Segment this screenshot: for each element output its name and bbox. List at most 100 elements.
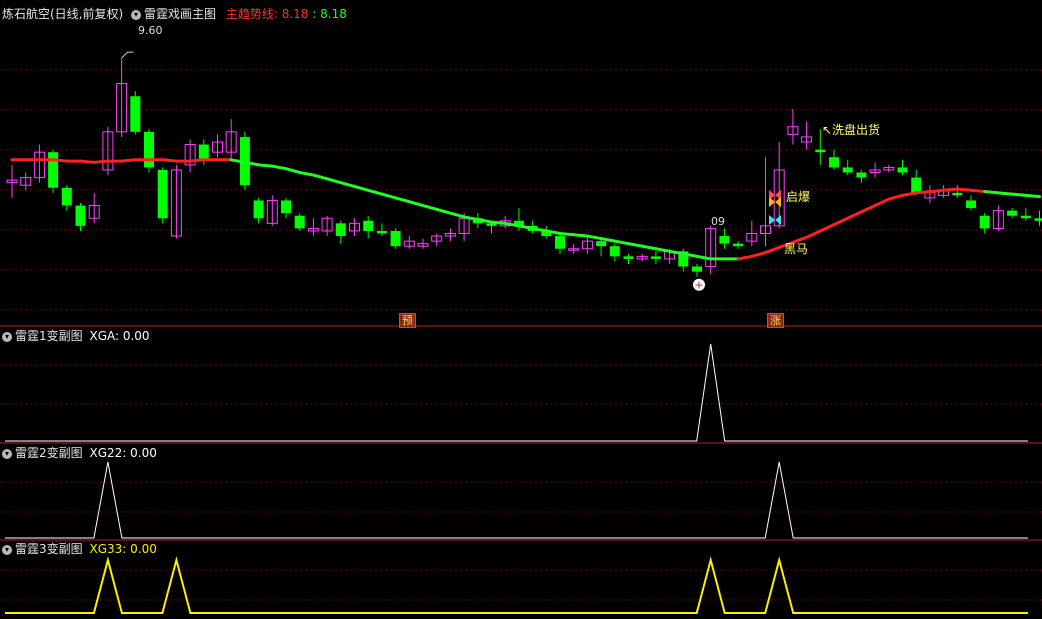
candle-body xyxy=(650,256,661,259)
sub-panel-1-header: ▾ 雷霆1变副图 XGA: 0.00 xyxy=(2,329,150,343)
candle-body xyxy=(253,200,264,219)
candle-body xyxy=(157,169,168,219)
sub-panel-3-title[interactable]: 雷霆3变副图 xyxy=(15,542,83,556)
candle-body xyxy=(1020,215,1031,219)
trend-line-segment xyxy=(298,171,315,177)
sub-panel-2-title[interactable]: 雷霆2变副图 xyxy=(15,446,83,460)
candle-body xyxy=(294,215,305,229)
candle-body xyxy=(61,187,72,206)
sub-panel-2-series: XG22: 0.00 xyxy=(89,446,157,460)
trend-line-segment xyxy=(380,192,398,200)
main-header: 炼石航空(日线,前复权) ▾ 雷霆戏画主图 主趋势线: 8.18 : 8.18 xyxy=(2,7,347,21)
candle-body xyxy=(733,243,744,247)
candle-body xyxy=(815,149,826,153)
trend-line-segment xyxy=(1010,192,1028,197)
trend-line-segment xyxy=(750,251,767,258)
low-marker-plus: + xyxy=(694,279,703,292)
trend-line-segment xyxy=(462,215,480,222)
candle-body xyxy=(75,205,86,226)
trend-line-segment xyxy=(79,159,96,164)
trend-line-segment xyxy=(407,200,425,208)
trend-line-segment xyxy=(627,242,644,248)
trend-line-segment xyxy=(654,247,672,253)
sub-panel-2-header: ▾ 雷霆2变副图 XG22: 0.00 xyxy=(2,446,157,460)
chevron-down-icon[interactable]: ▾ xyxy=(2,448,12,459)
butterfly-icon xyxy=(769,215,781,225)
candle-body xyxy=(609,246,620,257)
candle-body xyxy=(897,167,908,173)
wash-out-label: ↖洗盘出货 xyxy=(822,123,881,137)
sub-panel-2-line xyxy=(5,461,1028,539)
trend-line-segment xyxy=(585,234,603,241)
trend-line-segment xyxy=(421,204,439,211)
trend-line-segment xyxy=(846,210,863,220)
chevron-down-icon[interactable]: ▾ xyxy=(2,331,12,342)
candle-body xyxy=(856,172,867,178)
pre-marker: 预 xyxy=(399,313,416,328)
trend-line-segment xyxy=(736,254,754,261)
trend-label: 主趋势线: 8.18 xyxy=(225,7,309,21)
candle-body xyxy=(979,215,990,229)
trend-line-segment xyxy=(859,204,877,214)
trend-line-segment xyxy=(914,190,932,195)
trend-line-segment xyxy=(161,158,178,163)
trend-line-segment xyxy=(969,188,987,194)
sub-panel-3-line xyxy=(5,556,1028,614)
trend-line-segment xyxy=(640,244,658,251)
trend-line-segment xyxy=(832,216,850,227)
butterfly-icon xyxy=(769,197,781,207)
trend-line-segment xyxy=(366,188,384,196)
candle-body xyxy=(692,266,702,272)
chart-canvas: + xyxy=(0,51,1042,614)
trend-line-segment xyxy=(284,167,302,174)
candle-body xyxy=(130,96,141,132)
candle-body xyxy=(842,167,853,173)
stock-name: 炼石航空(日线,前复权) xyxy=(2,7,124,21)
trend-line-segment xyxy=(695,254,713,261)
sub-panel-3-header: ▾ 雷霆3变副图 XG33: 0.00 xyxy=(2,542,157,556)
sub-panel-1-series: XGA: 0.00 xyxy=(89,329,150,343)
trend-line-segment xyxy=(558,232,576,237)
trend-line-segment xyxy=(613,239,630,246)
candle-body xyxy=(966,200,976,209)
candle-body xyxy=(911,177,922,193)
trend-line-segment xyxy=(805,229,822,239)
candle-body xyxy=(281,200,291,214)
trend-line-segment xyxy=(448,211,466,219)
low-price-label: 09 xyxy=(711,215,725,228)
candle-body xyxy=(144,131,154,168)
trend-line-segment xyxy=(188,158,206,163)
trend-line-segment xyxy=(955,187,973,192)
trend-line-segment xyxy=(983,190,1000,195)
candle-body xyxy=(363,220,374,231)
sub-panel-3-series: XG33: 0.00 xyxy=(89,542,157,556)
trend-line-segment xyxy=(572,233,589,238)
trend-line-segment xyxy=(873,197,891,208)
trend-line-segment xyxy=(942,187,959,192)
trend-value: : 8.18 xyxy=(312,7,347,21)
high-pointer xyxy=(121,51,134,59)
trend-line-segment xyxy=(92,159,110,164)
chevron-down-icon[interactable]: ▾ xyxy=(2,544,12,555)
candle-body xyxy=(719,236,730,244)
trend-line-segment xyxy=(599,237,617,243)
explode-label: 启爆 xyxy=(786,190,811,204)
chevron-down-icon[interactable]: ▾ xyxy=(131,9,142,20)
sub-panel-1-line xyxy=(5,343,1028,442)
candle-body xyxy=(596,241,607,247)
trend-line-segment xyxy=(490,220,507,225)
trend-line-segment xyxy=(996,191,1014,196)
trend-line-segment xyxy=(311,173,329,181)
high-price-label: 9.60 xyxy=(138,24,163,37)
trend-line-segment xyxy=(901,191,918,197)
candle-body xyxy=(198,144,209,160)
trend-line-segment xyxy=(928,188,946,194)
indicator-name[interactable]: 雷霆戏画主图 xyxy=(144,7,216,21)
trend-line-segment xyxy=(120,158,137,163)
trend-line-segment xyxy=(764,245,781,255)
candle-body xyxy=(376,230,387,234)
candle-body xyxy=(952,192,963,196)
trend-line-segment xyxy=(339,181,356,188)
sub-panel-1-title[interactable]: 雷霆1变副图 xyxy=(15,329,83,343)
candle-body xyxy=(829,157,839,168)
